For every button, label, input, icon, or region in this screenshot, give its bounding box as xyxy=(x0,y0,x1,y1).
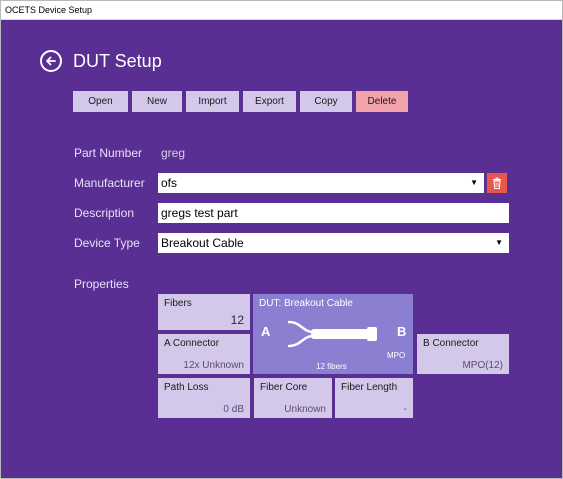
manufacturer-select[interactable]: ofs ▼ xyxy=(158,173,484,193)
dut-card[interactable]: DUT: Breakout Cable A B 12 fibers MPO xyxy=(253,294,413,374)
fiber-length-value: - xyxy=(403,404,407,415)
toolbar: Open New Import Export Copy Delete xyxy=(73,91,408,112)
fiber-core-label: Fiber Core xyxy=(260,382,308,393)
export-button[interactable]: Export xyxy=(243,91,296,112)
b-connector-value: MPO(12) xyxy=(462,360,503,371)
fiber-core-value: Unknown xyxy=(284,404,326,415)
b-connector-label: B Connector xyxy=(423,338,479,349)
page-title: DUT Setup xyxy=(73,50,162,71)
mpo-label: MPO xyxy=(387,351,406,360)
trash-icon xyxy=(493,177,501,189)
fibers-value: 12 xyxy=(230,313,244,327)
end-a-label: A xyxy=(261,324,271,339)
app-window: OCETS Device Setup DUT Setup Open New Im… xyxy=(0,0,563,479)
window-title: OCETS Device Setup xyxy=(1,1,562,20)
page-header: DUT Setup xyxy=(40,48,162,74)
manufacturer-value: ofs xyxy=(161,176,178,190)
b-connector-tile[interactable]: B Connector MPO(12) xyxy=(417,334,509,374)
part-number-value: greg xyxy=(161,146,186,160)
chevron-down-icon: ▼ xyxy=(470,178,478,187)
path-loss-value: 0 dB xyxy=(223,404,244,415)
part-number-label: Part Number xyxy=(74,146,143,160)
chevron-down-icon: ▼ xyxy=(495,238,503,247)
fiber-length-tile[interactable]: Fiber Length - xyxy=(335,378,413,418)
delete-manufacturer-button[interactable] xyxy=(487,173,507,193)
description-label: Description xyxy=(74,206,135,220)
manufacturer-label: Manufacturer xyxy=(74,176,145,190)
import-button[interactable]: Import xyxy=(186,91,239,112)
fiber-length-label: Fiber Length xyxy=(341,382,398,393)
device-type-select[interactable]: Breakout Cable ▼ xyxy=(158,233,509,253)
new-button[interactable]: New xyxy=(132,91,182,112)
breakout-cable-icon xyxy=(287,320,377,348)
fibers-count: 12 fibers xyxy=(316,362,347,371)
delete-button[interactable]: Delete xyxy=(356,91,408,112)
open-button[interactable]: Open xyxy=(73,91,128,112)
path-loss-tile[interactable]: Path Loss 0 dB xyxy=(158,378,250,418)
device-type-value: Breakout Cable xyxy=(161,236,244,250)
a-connector-value: 12x Unknown xyxy=(183,360,244,371)
fiber-core-tile[interactable]: Fiber Core Unknown xyxy=(254,378,332,418)
fibers-label: Fibers xyxy=(164,298,192,309)
properties-label: Properties xyxy=(74,277,129,291)
fibers-tile[interactable]: Fibers 12 xyxy=(158,294,250,330)
path-loss-label: Path Loss xyxy=(164,382,209,393)
copy-button[interactable]: Copy xyxy=(300,91,352,112)
a-connector-label: A Connector xyxy=(164,338,220,349)
device-type-label: Device Type xyxy=(74,236,140,250)
dut-title: DUT: Breakout Cable xyxy=(259,298,353,309)
a-connector-tile[interactable]: A Connector 12x Unknown xyxy=(158,334,250,374)
end-b-label: B xyxy=(397,324,407,339)
circle-arrow-left-icon xyxy=(46,56,56,66)
description-field[interactable]: gregs test part xyxy=(158,203,509,223)
back-button[interactable] xyxy=(40,50,62,72)
